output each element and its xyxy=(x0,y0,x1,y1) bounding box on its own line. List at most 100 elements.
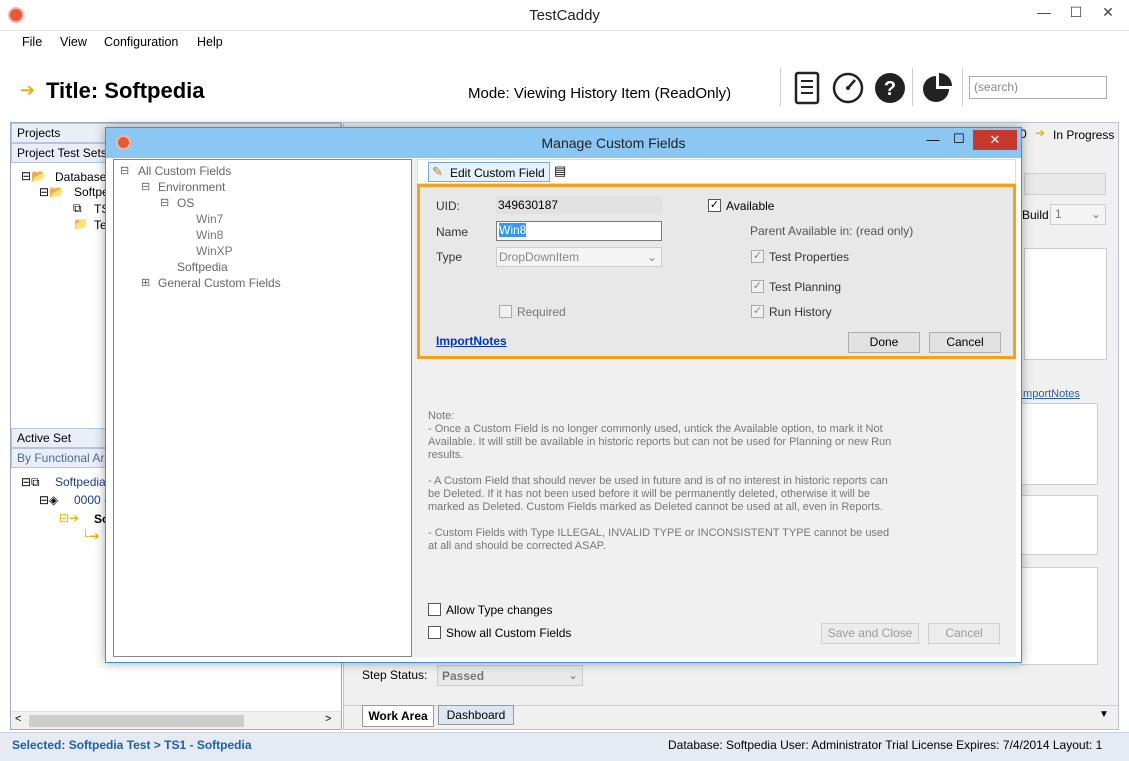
active-tree-softpedia[interactable]: Softpedia xyxy=(55,475,106,489)
importnotes-link[interactable]: ImportNotes xyxy=(436,334,507,348)
collapse-icon[interactable]: ⊟ xyxy=(141,180,150,193)
expand-icon[interactable]: ⊞ xyxy=(141,276,150,289)
collapse-icon[interactable]: ⊟ xyxy=(160,196,169,209)
menu-configuration[interactable]: Configuration xyxy=(104,35,178,49)
type-label: Type xyxy=(436,250,463,264)
manage-custom-fields-dialog: Manage Custom Fields — ☐ ✕ ⊟ All Custom … xyxy=(105,127,1022,663)
export-icon[interactable]: ▤ xyxy=(554,163,566,179)
custom-fields-tree: ⊟ All Custom Fields ⊟ Environment ⊟ OS W… xyxy=(113,159,412,657)
importnotes-link[interactable]: ImportNotes xyxy=(1020,388,1080,400)
tree-project-icon: ⊟⧉ xyxy=(21,475,40,489)
close-button[interactable]: ✕ xyxy=(1094,2,1122,24)
tree-item-os[interactable]: OS xyxy=(177,196,194,210)
edit-custom-field-button[interactable]: ✎ Edit Custom Field xyxy=(428,162,550,182)
active-tree-0000[interactable]: 0000 - xyxy=(74,493,108,507)
uid-label: UID: xyxy=(436,199,460,213)
tree-testset-icon: ⧉ xyxy=(73,201,82,215)
menu-file[interactable]: File xyxy=(22,35,42,49)
note-text: Note: - Once a Custom Field is no longer… xyxy=(428,410,898,553)
pie-chart-icon[interactable] xyxy=(920,70,956,106)
show-all-custom-fields-label: Show all Custom Fields xyxy=(446,626,572,640)
cancel-button[interactable]: Cancel xyxy=(928,623,1000,644)
tree-item-softpe[interactable]: Softpe xyxy=(74,185,109,199)
tree-folder-icon: ⊟📂 xyxy=(39,185,64,199)
required-label: Required xyxy=(517,305,566,319)
chevron-down-icon: ⌄ xyxy=(567,668,578,682)
cancel-edit-button[interactable]: Cancel xyxy=(929,332,1001,353)
step-status-select[interactable]: Passed ⌄ xyxy=(437,665,583,686)
grid-panel xyxy=(1024,248,1107,360)
tab-work-area[interactable]: Work Area xyxy=(362,705,434,727)
note-title: Note: xyxy=(428,410,455,422)
step-status-label: Step Status: xyxy=(362,668,428,682)
svg-text:?: ? xyxy=(884,78,896,100)
tree-item-environment[interactable]: Environment xyxy=(158,180,225,194)
allow-type-changes-checkbox[interactable] xyxy=(428,603,441,616)
show-all-custom-fields-checkbox[interactable] xyxy=(428,626,441,639)
collapse-icon[interactable]: ⊟ xyxy=(120,164,129,177)
tree-area-icon: ⊟◈ xyxy=(39,493,59,507)
scroll-right-icon[interactable]: > xyxy=(325,713,331,725)
test-planning-checkbox[interactable]: ✓ xyxy=(751,280,764,293)
chevron-down-icon: ⌄ xyxy=(646,250,657,264)
search-input[interactable]: (search) xyxy=(969,76,1107,99)
allow-type-changes-label: Allow Type changes xyxy=(446,603,553,617)
dialog-minimize-button[interactable]: — xyxy=(921,132,945,147)
available-checkbox[interactable]: ✓ xyxy=(708,199,721,212)
note-paragraph-3: - Custom Fields with Type ILLEGAL, INVAL… xyxy=(428,527,890,552)
run-history-label: Run History xyxy=(769,305,832,319)
arrow-icon: ⊟➔ xyxy=(59,511,80,525)
available-label: Available xyxy=(726,199,775,213)
dialog-body: ⊟ All Custom Fields ⊟ Environment ⊟ OS W… xyxy=(113,159,1016,657)
tree-item-softpedia[interactable]: Softpedia xyxy=(177,260,228,274)
required-checkbox[interactable] xyxy=(499,305,512,318)
arrow-icon: ➔ xyxy=(20,80,36,100)
dashboard-gauge-icon[interactable] xyxy=(830,70,866,106)
minimize-button[interactable]: — xyxy=(1030,2,1058,24)
window-title: TestCaddy xyxy=(529,7,600,24)
run-history-checkbox[interactable]: ✓ xyxy=(751,305,764,318)
pencil-icon: ✎ xyxy=(432,164,443,179)
note-paragraph-2: - A Custom Field that should never be us… xyxy=(428,475,888,513)
tree-item-win7[interactable]: Win7 xyxy=(196,212,223,226)
dropdown-icon[interactable]: ▼ xyxy=(1099,709,1109,720)
mode-label: Mode: Viewing History Item (ReadOnly) xyxy=(468,85,732,102)
page-title: Title: Softpedia xyxy=(46,78,205,103)
tree-item-database[interactable]: Database: xyxy=(55,170,110,184)
test-planning-label: Test Planning xyxy=(769,280,842,294)
parent-available-label: Parent Available in: (read only) xyxy=(750,224,914,238)
tree-item-winxp[interactable]: WinXP xyxy=(196,244,233,258)
type-select[interactable]: DropDownItem ⌄ xyxy=(496,247,662,267)
scroll-left-icon[interactable]: < xyxy=(15,713,21,725)
tree-item-general-custom-fields[interactable]: General Custom Fields xyxy=(158,276,281,290)
chevron-down-icon: ⌄ xyxy=(1090,207,1101,221)
tree-folder-icon: 📁 xyxy=(73,217,88,231)
name-input[interactable]: Win8 xyxy=(496,221,662,241)
maximize-button[interactable]: ☐ xyxy=(1062,2,1090,24)
horizontal-scrollbar[interactable]: < > xyxy=(11,711,341,729)
scrollbar-thumb[interactable] xyxy=(29,715,244,727)
note-paragraph-1: - Once a Custom Field is no longer commo… xyxy=(428,423,892,461)
uid-value: 349630187 xyxy=(496,196,662,214)
dialog-titlebar: Manage Custom Fields — ☐ ✕ xyxy=(106,128,1021,158)
status-info: Database: Softpedia User: Administrator … xyxy=(668,738,1103,752)
tab-dashboard[interactable]: Dashboard xyxy=(438,705,514,725)
dialog-maximize-button[interactable]: ☐ xyxy=(947,131,971,147)
checklist-icon[interactable] xyxy=(789,70,825,106)
window-titlebar: TestCaddy — ☐ ✕ xyxy=(0,0,1129,31)
help-icon[interactable]: ? xyxy=(872,70,908,106)
dialog-close-button[interactable]: ✕ xyxy=(973,130,1017,150)
test-properties-checkbox[interactable]: ✓ xyxy=(751,250,764,263)
save-and-close-button[interactable]: Save and Close xyxy=(821,623,919,644)
name-label: Name xyxy=(436,225,469,239)
build-select[interactable]: 1 ⌄ xyxy=(1050,204,1106,225)
test-properties-label: Test Properties xyxy=(769,250,850,264)
tree-item-all-custom-fields[interactable]: All Custom Fields xyxy=(138,164,231,178)
tree-item-win8[interactable]: Win8 xyxy=(196,228,223,242)
menu-help[interactable]: Help xyxy=(197,35,223,49)
done-button[interactable]: Done xyxy=(848,332,920,353)
edit-custom-field-label: Edit Custom Field xyxy=(450,166,545,180)
selected-path: Selected: Softpedia Test > TS1 - Softped… xyxy=(12,738,252,752)
menu-view[interactable]: View xyxy=(60,35,87,49)
status-bar: Selected: Softpedia Test > TS1 - Softped… xyxy=(0,732,1129,761)
